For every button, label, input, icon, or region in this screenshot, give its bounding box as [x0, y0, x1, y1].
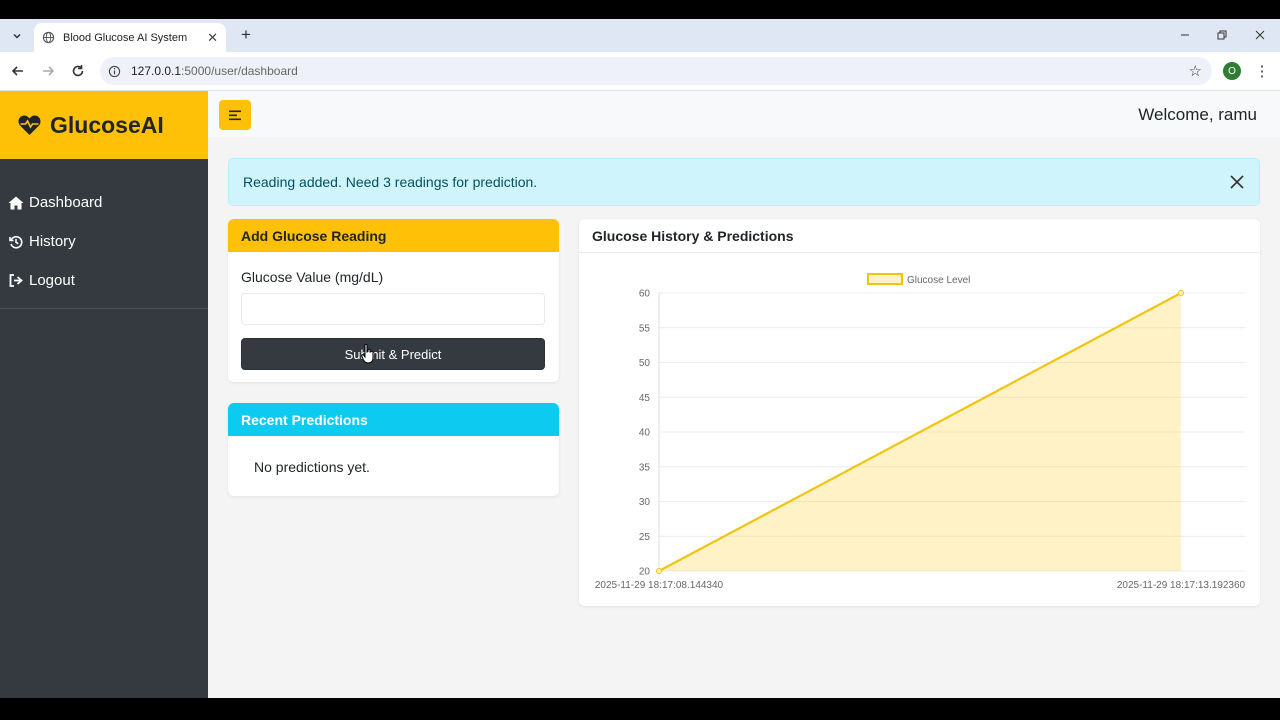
forward-icon[interactable]	[38, 61, 58, 81]
brand-name: GlucoseAI	[50, 111, 164, 138]
y-tick-label: 30	[639, 497, 651, 508]
browser-address-bar: 127.0.0.1:5000/user/dashboard ☆	[0, 52, 1280, 91]
add-reading-card: Add Glucose Reading Glucose Value (mg/dL…	[228, 219, 559, 382]
sidebar-item-label: History	[29, 233, 76, 250]
welcome-text: Welcome, ramu	[1138, 105, 1257, 124]
browser-menu-icon[interactable]: ⋮	[1253, 62, 1271, 80]
glucose-field-label: Glucose Value (mg/dL)	[241, 269, 384, 285]
y-tick-label: 20	[639, 567, 651, 578]
y-tick-label: 55	[639, 323, 651, 334]
y-tick-label: 25	[639, 532, 651, 543]
new-tab-icon[interactable]: +	[236, 25, 256, 45]
logout-icon	[8, 274, 24, 287]
mouse-cursor-icon	[361, 344, 374, 364]
tab-close-icon[interactable]: ✕	[207, 30, 218, 46]
info-alert: Reading added. Need 3 readings for predi…	[228, 158, 1260, 206]
data-point	[656, 568, 662, 574]
heart-pulse-icon	[18, 115, 41, 135]
url-bar[interactable]: 127.0.0.1:5000/user/dashboard ☆	[100, 57, 1212, 85]
chart-card: Glucose History & Predictions 20 25 30 35 40…	[579, 219, 1260, 606]
back-icon[interactable]	[8, 61, 28, 81]
restore-icon[interactable]	[1212, 25, 1232, 45]
y-tick-label: 60	[639, 289, 651, 300]
profile-avatar[interactable]: O	[1223, 62, 1241, 80]
y-tick-label: 50	[639, 358, 651, 369]
window-close-icon[interactable]	[1250, 25, 1270, 45]
no-predictions-text: No predictions yet.	[254, 459, 370, 475]
glucose-value-input[interactable]	[241, 293, 545, 325]
recent-predictions-title: Recent Predictions	[228, 403, 559, 436]
browser-tab[interactable]: Blood Glucose AI System ✕	[34, 23, 226, 52]
sidebar-toggle-button[interactable]	[219, 100, 251, 130]
screen: Blood Glucose AI System ✕ + 127.0.0.1:50…	[0, 0, 1280, 720]
sidebar: GlucoseAI Dashboard History Logout	[0, 91, 208, 698]
history-icon	[8, 235, 24, 249]
y-tick-label: 45	[639, 393, 651, 404]
sidebar-item-history[interactable]: History	[0, 222, 208, 261]
tab-title: Blood Glucose AI System	[63, 31, 188, 44]
legend-swatch	[867, 273, 903, 285]
tab-search-button[interactable]	[6, 25, 28, 47]
globe-icon	[42, 31, 55, 44]
submit-predict-button[interactable]: Submit & Predict	[241, 338, 545, 370]
sidebar-item-label: Logout	[29, 272, 75, 289]
alert-close-icon[interactable]	[1227, 172, 1247, 192]
minimize-icon[interactable]	[1175, 25, 1195, 45]
home-icon	[8, 196, 24, 210]
x-tick-label: 2025-11-29 18:17:08.144340	[595, 580, 724, 591]
sidebar-item-label: Dashboard	[29, 194, 103, 211]
x-tick-label: 2025-11-29 18:17:13.192360	[1117, 580, 1246, 591]
brand[interactable]: GlucoseAI	[0, 91, 208, 159]
y-tick-label: 35	[639, 462, 651, 473]
sidebar-item-logout[interactable]: Logout	[0, 261, 208, 300]
site-info-icon[interactable]	[108, 65, 121, 78]
alert-message: Reading added. Need 3 readings for predi…	[243, 174, 538, 190]
browser-tab-bar: Blood Glucose AI System ✕ +	[0, 19, 1280, 52]
y-tick-label: 40	[639, 428, 651, 439]
taskbar-edge	[0, 698, 1280, 720]
topbar: Welcome, ramu	[208, 91, 1280, 137]
glucose-chart: 20 25 30 35 40 45 50 55 60 2025-11-29 18:17:08.14…	[595, 273, 1246, 591]
url-text: 127.0.0.1:5000/user/dashboard	[131, 64, 298, 78]
recent-predictions-card: Recent Predictions No predictions yet.	[228, 403, 559, 496]
reload-icon[interactable]	[68, 61, 88, 81]
sidebar-item-dashboard[interactable]: Dashboard	[0, 183, 208, 222]
sidebar-nav: Dashboard History Logout	[0, 159, 208, 309]
bookmark-star-icon[interactable]: ☆	[1189, 62, 1202, 80]
menu-lines-icon	[229, 110, 241, 120]
data-point	[1178, 290, 1184, 296]
legend-label: Glucose Level	[907, 275, 970, 286]
add-reading-title: Add Glucose Reading	[228, 219, 559, 252]
chevron-down-icon	[13, 33, 21, 39]
